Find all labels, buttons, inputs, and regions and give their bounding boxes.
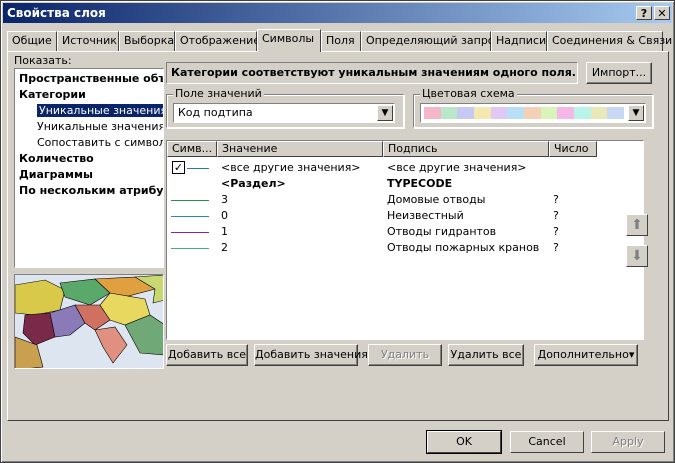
column-header-value[interactable]: Значение xyxy=(217,141,383,157)
advanced-button[interactable]: Дополнительно▾ xyxy=(534,344,638,366)
row-value: 0 xyxy=(221,209,228,222)
tab-source[interactable]: Источник xyxy=(57,31,119,51)
caret-down-icon: ▾ xyxy=(628,348,635,361)
symbology-panel: Показать: Пространственные объ Категории… xyxy=(7,51,669,421)
tree-item-features[interactable]: Пространственные объ xyxy=(19,72,163,85)
table-row[interactable]: 2 Отводы пожарных кранов ? xyxy=(167,240,643,256)
add-all-button[interactable]: Добавить все xyxy=(166,344,248,366)
tree-item-quantities[interactable]: Количество xyxy=(19,152,94,165)
column-header-symbol[interactable]: Симв... xyxy=(167,141,217,157)
row-value: 1 xyxy=(221,225,228,238)
chevron-down-icon[interactable]: ▼ xyxy=(377,105,393,121)
layer-properties-window: Свойства слоя ? ✕ Общие Источник Выборка… xyxy=(0,0,675,463)
tab-joins-relates[interactable]: Соединения & Связи xyxy=(547,31,672,51)
tree-item-unique-values-many[interactable]: Уникальные значения, м xyxy=(37,120,163,133)
help-button[interactable]: ? xyxy=(636,6,652,20)
color-ramp-swatch xyxy=(590,107,608,119)
close-button[interactable]: ✕ xyxy=(654,6,670,20)
show-label: Показать: xyxy=(14,54,72,67)
renderer-tree: Пространственные объ Категории Уникальны… xyxy=(14,68,164,268)
preview-map-image xyxy=(15,275,163,368)
tree-item-unique-values[interactable]: Уникальные значения xyxy=(37,104,163,117)
window-title: Свойства слоя xyxy=(7,6,106,20)
apply-button[interactable]: Apply xyxy=(591,431,665,453)
tab-labels[interactable]: Надписи xyxy=(491,31,547,51)
row-label: Неизвестный xyxy=(387,209,464,222)
tab-symbology[interactable]: Символы xyxy=(257,29,321,52)
title-bar: Свойства слоя ? ✕ xyxy=(3,3,672,23)
move-down-button[interactable]: ⬇ xyxy=(626,245,648,267)
value-field-select[interactable]: Код подтипа ▼ xyxy=(173,103,395,123)
row-label: TYPECODE xyxy=(387,177,453,190)
color-ramp-swatch xyxy=(457,107,475,119)
renderer-preview-map xyxy=(14,274,164,369)
table-row[interactable]: ✓ <все другие значения> <все другие знач… xyxy=(167,160,643,176)
row-count: ? xyxy=(553,193,559,206)
color-ramp-swatch xyxy=(424,107,441,119)
unique-values-table[interactable]: Симв... Значение Подпись Число ✓ <все др… xyxy=(166,140,644,340)
color-ramp xyxy=(424,107,625,119)
remove-all-button[interactable]: Удалить все xyxy=(448,344,524,366)
table-row[interactable]: 1 Отводы гидрантов ? xyxy=(167,224,643,240)
color-ramp-swatch xyxy=(540,107,558,119)
color-ramp-swatch xyxy=(474,107,491,119)
row-value: <Раздел> xyxy=(221,177,286,190)
advanced-label: Дополнительно xyxy=(537,348,629,361)
tree-item-multiple-attributes[interactable]: По нескольким атрибут xyxy=(19,184,163,197)
row-label: <все другие значения> xyxy=(387,161,527,174)
tab-definition-query[interactable]: Определяющий запрос xyxy=(361,31,501,51)
color-scheme-select[interactable]: ▼ xyxy=(420,103,646,123)
value-field-title: Поле значений xyxy=(173,87,264,100)
renderer-description: Категории соответствуют уникальным значе… xyxy=(166,62,578,84)
color-ramp-swatch xyxy=(507,107,525,119)
row-count: ? xyxy=(553,225,559,238)
color-ramp-swatch xyxy=(557,107,575,119)
row-value: <все другие значения> xyxy=(221,161,361,174)
line-symbol[interactable] xyxy=(187,168,209,169)
ok-button[interactable]: OK xyxy=(426,430,502,454)
move-up-button[interactable]: ⬆ xyxy=(626,214,648,236)
row-count: ? xyxy=(553,209,559,222)
row-count: ? xyxy=(553,241,559,254)
row-label: Отводы гидрантов xyxy=(387,225,497,238)
table-row[interactable]: 3 Домовые отводы ? xyxy=(167,192,643,208)
color-ramp-swatch xyxy=(574,107,591,119)
tree-item-charts[interactable]: Диаграммы xyxy=(19,168,93,181)
table-row[interactable]: <Раздел> TYPECODE xyxy=(167,176,643,192)
color-ramp-swatch xyxy=(524,107,541,119)
row-value: 3 xyxy=(221,193,228,206)
tab-display[interactable]: Отображение xyxy=(175,31,260,51)
arrow-up-icon: ⬆ xyxy=(631,217,643,233)
cancel-button[interactable]: Cancel xyxy=(510,431,584,453)
row-label: Отводы пожарных кранов xyxy=(387,241,540,254)
row-label: Домовые отводы xyxy=(387,193,486,206)
tab-fields[interactable]: Поля xyxy=(321,31,361,51)
remove-button[interactable]: Удалить xyxy=(368,344,442,366)
tree-item-categories[interactable]: Категории xyxy=(19,88,86,101)
tab-general[interactable]: Общие xyxy=(7,31,57,51)
value-field-group: Поле значений Код подтипа ▼ xyxy=(166,87,404,128)
color-scheme-group: Цветовая схема ▼ xyxy=(413,87,653,128)
column-header-count[interactable]: Число xyxy=(549,141,597,157)
arrow-down-icon: ⬇ xyxy=(631,248,643,264)
color-ramp-swatch xyxy=(440,107,458,119)
line-symbol[interactable] xyxy=(171,216,209,217)
color-ramp-swatch xyxy=(607,107,625,119)
import-button[interactable]: Импорт... xyxy=(586,62,652,84)
line-symbol[interactable] xyxy=(171,200,209,201)
color-scheme-title: Цветовая схема xyxy=(420,87,517,100)
table-row[interactable]: 0 Неизвестный ? xyxy=(167,208,643,224)
line-symbol[interactable] xyxy=(171,248,209,249)
chevron-down-icon[interactable]: ▼ xyxy=(628,105,644,121)
tree-item-match-symbols[interactable]: Сопоставить с символа xyxy=(37,136,163,149)
add-values-button[interactable]: Добавить значения xyxy=(254,344,368,366)
column-header-label[interactable]: Подпись xyxy=(383,141,549,157)
tab-selection[interactable]: Выборка xyxy=(119,31,175,51)
color-ramp-swatch xyxy=(490,107,508,119)
value-field-value: Код подтипа xyxy=(178,106,253,119)
checkbox-all-other-values[interactable]: ✓ xyxy=(172,161,185,174)
row-value: 2 xyxy=(221,241,228,254)
line-symbol[interactable] xyxy=(171,232,209,233)
